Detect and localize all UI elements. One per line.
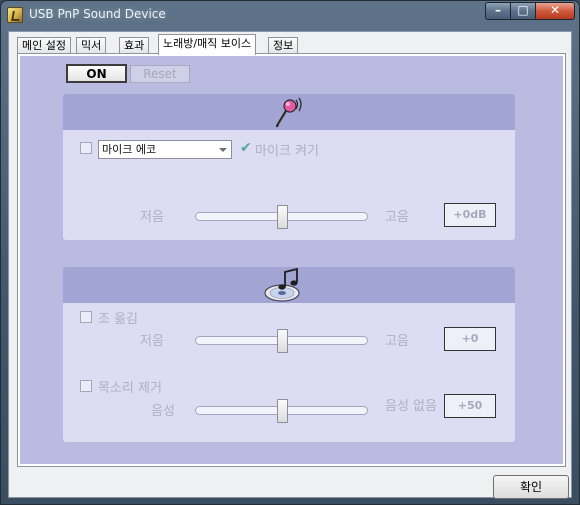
karaoke-slider-thumb[interactable] (277, 205, 288, 229)
tab-mixer[interactable]: 믹서 (76, 37, 107, 54)
reset-button[interactable]: Reset (130, 65, 190, 83)
vocal-low-label: 음성 (151, 404, 175, 419)
magic-voice-section: 조 옮김 저음 고음 +0 목소리 제거 음성 음성 없음 +50 (63, 267, 515, 442)
checkmark-icon: ✔ (240, 140, 252, 156)
close-button[interactable]: ✕ (535, 2, 575, 20)
vocal-remove-checkbox[interactable] (80, 380, 92, 392)
karaoke-panel: ON Reset 마이크 에코 ✔ 마이크 켜기 저음 고음 +0dB 조 옮김… (20, 56, 563, 464)
karaoke-section-header (63, 94, 515, 130)
karaoke-value: +0dB (444, 203, 496, 227)
key-low-label: 저음 (140, 334, 164, 349)
key-value: +0 (444, 327, 496, 351)
mic-echo-select-value: 마이크 에코 (102, 143, 157, 156)
music-disc-icon (264, 267, 300, 302)
mic-echo-checkbox[interactable] (80, 142, 92, 154)
key-slider-thumb[interactable] (277, 329, 288, 353)
ok-button[interactable]: 확인 (493, 475, 569, 499)
minimize-button[interactable]: – (485, 2, 511, 20)
tab-effects[interactable]: 효과 (119, 37, 150, 54)
key-shift-label: 조 옮김 (98, 312, 139, 327)
vocal-value: +50 (444, 394, 496, 418)
chevron-down-icon (219, 148, 227, 152)
app-icon (7, 7, 23, 23)
magic-voice-section-header (63, 267, 515, 303)
mic-on-label: 마이크 켜기 (255, 144, 319, 159)
app-window: USB PnP Sound Device – □ ✕ 메인 설정 믹서 효과 노… (0, 0, 580, 505)
vocal-slider-thumb[interactable] (277, 399, 288, 423)
window-title: USB PnP Sound Device (29, 7, 166, 21)
karaoke-section: 마이크 에코 ✔ 마이크 켜기 저음 고음 +0dB (63, 94, 515, 240)
key-high-label: 고음 (385, 334, 409, 349)
vocal-high-label: 음성 없음 (385, 399, 437, 414)
tab-main-settings[interactable]: 메인 설정 (17, 37, 71, 54)
on-button[interactable]: ON (66, 64, 127, 83)
tab-info[interactable]: 정보 (268, 37, 299, 54)
mic-echo-select[interactable]: 마이크 에코 (98, 140, 232, 159)
key-slider[interactable] (195, 329, 368, 353)
key-shift-checkbox[interactable] (80, 311, 92, 323)
karaoke-low-label: 저음 (140, 210, 164, 225)
vocal-remove-label: 목소리 제거 (98, 381, 162, 396)
karaoke-slider[interactable] (195, 205, 368, 229)
maximize-button[interactable]: □ (510, 2, 536, 20)
karaoke-high-label: 고음 (385, 210, 409, 225)
title-bar[interactable]: USB PnP Sound Device – □ ✕ (1, 1, 579, 31)
tab-karaoke-magic-voice[interactable]: 노래방/매직 보이스 (158, 34, 257, 55)
tab-panel: ON Reset 마이크 에코 ✔ 마이크 켜기 저음 고음 +0dB 조 옮김… (17, 53, 566, 467)
microphone-icon (275, 97, 302, 128)
dialog-client-area: 메인 설정 믹서 효과 노래방/매직 보이스 정보 ON Reset 마이크 에… (8, 31, 572, 499)
vocal-slider[interactable] (195, 399, 368, 423)
